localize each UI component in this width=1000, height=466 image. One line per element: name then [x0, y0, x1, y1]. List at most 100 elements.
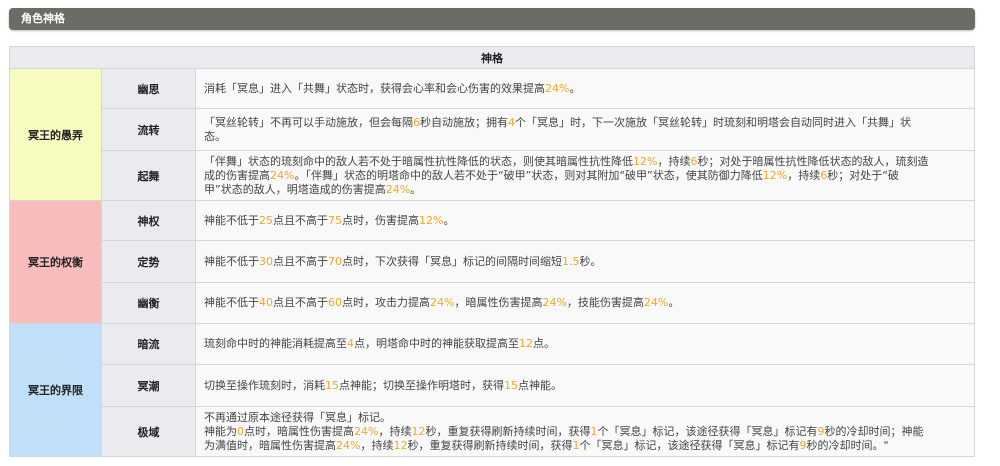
description-text: 切换至操作琉刻时，消耗: [204, 378, 325, 392]
description-text: 秒自动施放；拥有: [420, 115, 508, 129]
group-name-cell: 冥王的愚弄: [9, 68, 102, 201]
description-line: 成的伤害提高24%。「伴舞」状态的明塔命中的敌人若不处于“破甲”状态，则对其附加…: [204, 169, 966, 183]
group-name-cell: 冥王的界限: [9, 323, 102, 457]
divinity-table: 神格 冥王的愚弄 幽思 消耗「冥息」进入「共舞」状态时，获得会心率和会心伤害的效果提…: [8, 46, 976, 457]
description-text: 成的伤害提高: [204, 168, 270, 182]
description-text: 个「冥息」时，下一次施放「冥丝轮转」时琉刻和明塔会自动同时进入「共舞」状: [515, 115, 911, 129]
highlight-value: 12: [411, 424, 426, 438]
description-text: 消耗「冥息」进入「共舞」状态时，获得会心率和会心伤害的效果提高: [204, 81, 545, 95]
trait-name-cell: 极域: [101, 406, 196, 457]
description-text: 点时，攻击力提高: [342, 296, 430, 309]
table-title: 神格: [8, 46, 976, 69]
table-row: 冥王的权衡 神权 神能不低于25点且不高于75点时，伤害提高12%。: [9, 200, 976, 324]
table-row: 定势 神能不低于30点且不高于70点时，下次获得「冥息」标记的间隔时间缩短1.5秒…: [10, 240, 976, 283]
description-line: 神能不低于30点且不高于70点时，下次获得「冥息」标记的间隔时间缩短1.5秒。: [204, 255, 966, 269]
highlight-value: 12%: [762, 168, 788, 182]
trait-name-cell: 神权: [101, 200, 196, 241]
description-line: 切换至操作琉刻时，消耗15点神能；切换至操作明塔时，获得15点神能。: [204, 379, 966, 393]
highlight-value: 30: [259, 254, 273, 268]
highlight-value: 12%: [419, 213, 444, 227]
trait-name-cell: 起舞: [101, 150, 196, 201]
description-text: 琉刻命中时的神能消耗提高至: [204, 337, 347, 350]
description-text: 。: [443, 213, 455, 227]
table-row: 冥王的愚弄 幽思 消耗「冥息」进入「共舞」状态时，获得会心率和会心伤害的效果提高24…: [9, 68, 976, 201]
description-text: 秒的冷却时间。": [806, 438, 889, 452]
description-text: 神能不低于: [204, 254, 259, 268]
trait-description-cell: 切换至操作琉刻时，消耗15点神能；切换至操作明塔时，获得15点神能。: [194, 364, 976, 407]
description-text: 秒；对处于暗属性抗性降低状态的敌人，琉刻造: [697, 154, 929, 168]
description-line: 琉刻命中时的神能消耗提高至4点，明塔命中时的神能获取提高至12点。: [204, 337, 966, 351]
description-text: 秒；对处于“破: [827, 168, 899, 182]
highlight-value: 24%: [430, 296, 455, 309]
table-row: 幽衡 神能不低于40点且不高于60点时，攻击力提高24%，暗属性伤害提高24%，技…: [10, 282, 976, 324]
highlight-value: 12%: [633, 154, 658, 168]
description-text: 。「伴舞」状态的明塔命中的敌人若不处于“破甲”状态，则对其附加“破甲”状态，使其…: [294, 168, 763, 182]
highlight-value: 4: [508, 115, 515, 129]
description-line: 「伴舞」状态的琉刻命中的敌人若不处于暗属性抗性降低的状态，则使其暗属性抗性降低1…: [204, 155, 966, 169]
description-text: 不再通过原本途径获得「冥息」标记。: [204, 410, 391, 424]
description-text: 甲”状态的敌人，明塔造成的伤害提高: [204, 182, 386, 196]
highlight-value: 24%: [643, 296, 669, 309]
highlight-value: 12: [519, 337, 533, 350]
description-text: 点且不高于: [273, 296, 328, 309]
trait-name-cell: 幽思: [101, 68, 196, 109]
trait-description-cell: 神能不低于40点且不高于60点时，攻击力提高24%，暗属性伤害提高24%，技能伤…: [194, 282, 976, 324]
highlight-value: 0: [237, 424, 244, 438]
description-line: 消耗「冥息」进入「共舞」状态时，获得会心率和会心伤害的效果提高24%。: [204, 82, 966, 96]
description-text: 点，明塔命中时的神能获取提高至: [354, 337, 519, 350]
description-text: ，暗属性伤害提高: [454, 296, 543, 309]
highlight-value: 24%: [270, 168, 295, 182]
description-text: ，技能伤害提高: [566, 296, 644, 309]
description-text: 神能不低于: [204, 213, 259, 227]
trait-description-cell: 神能不低于30点且不高于70点时，下次获得「冥息」标记的间隔时间缩短1.5秒。: [194, 240, 976, 283]
description-text: 。: [569, 81, 581, 95]
description-text: 秒，重复获得刷新持续时间，获得: [425, 424, 591, 438]
highlight-value: 25: [259, 213, 273, 227]
highlight-value: 24%: [385, 182, 411, 196]
table-body: 冥王的愚弄 幽思 消耗「冥息」进入「共舞」状态时，获得会心率和会心伤害的效果提高24…: [9, 68, 976, 457]
table-row: 极域 不再通过原本途径获得「冥息」标记。 神能为0点时，暗属性伤害提高24%，持续1…: [10, 406, 976, 457]
trait-description-cell: 琉刻命中时的神能消耗提高至4点，明塔命中时的神能获取提高至12点。: [194, 323, 976, 365]
description-text: 为满值时，暗属性伤害提高: [204, 438, 336, 452]
description-text: ，持续: [360, 438, 394, 452]
highlight-value: 70: [328, 254, 342, 268]
description-text: 个「冥息」标记，该途径获得「冥息」标记有: [579, 438, 800, 452]
description-text: 点且不高于: [273, 254, 328, 268]
trait-description-cell: 消耗「冥息」进入「共舞」状态时，获得会心率和会心伤害的效果提高24%。: [194, 68, 976, 109]
description-text: 点神能。: [518, 378, 562, 392]
description-text: 点。: [533, 337, 555, 350]
table-header-row: 神格: [8, 46, 976, 69]
highlight-value: 15: [504, 378, 518, 392]
description-text: ，持续: [378, 424, 412, 438]
description-text: 点神能；切换至操作明塔时，获得: [339, 378, 504, 392]
description-text: 神能为: [204, 424, 237, 438]
trait-description-cell: 神能不低于25点且不高于75点时，伤害提高12%。: [194, 200, 976, 241]
description-line: 神能不低于25点且不高于75点时，伤害提高12%。: [204, 214, 966, 228]
description-text: 秒的冷却时间；神能: [824, 424, 924, 438]
table-row: 冥潮 切换至操作琉刻时，消耗15点神能；切换至操作明塔时，获得15点神能。: [10, 364, 976, 407]
description-text: 。: [410, 182, 422, 196]
trait-name-cell: 幽衡: [101, 282, 196, 324]
description-line: 神能为0点时，暗属性伤害提高24%，持续12秒，重复获得刷新持续时间，获得1个「…: [204, 425, 966, 439]
table-row: 流转 「冥丝轮转」不再可以手动施放，但会每隔6秒自动施放；拥有4个「冥息」时，下一…: [10, 108, 976, 151]
table-row: 冥王的界限 暗流 琉刻命中时的神能消耗提高至4点，明塔命中时的神能获取提高至12点。: [9, 323, 976, 457]
highlight-value: 4: [347, 337, 354, 350]
highlight-value: 24%: [545, 81, 570, 95]
description-text: 点时，暗属性伤害提高: [244, 424, 354, 438]
description-text: ，持续: [787, 168, 821, 182]
description-text: 「冥丝轮转」不再可以手动施放，但会每隔: [204, 115, 413, 129]
description-text: 点时，伤害提高: [342, 213, 419, 227]
description-line: 「冥丝轮转」不再可以手动施放，但会每隔6秒自动施放；拥有4个「冥息」时，下一次施…: [204, 116, 966, 130]
description-text: ，持续: [657, 154, 691, 168]
highlight-value: 12: [393, 438, 408, 452]
section-header: 角色神格: [9, 8, 975, 30]
description-text: 点且不高于: [273, 213, 328, 227]
highlight-value: 60: [328, 296, 342, 309]
trait-description-cell: 「伴舞」状态的琉刻命中的敌人若不处于暗属性抗性降低的状态，则使其暗属性抗性降低1…: [194, 150, 976, 201]
description-text: 「伴舞」状态的琉刻命中的敌人若不处于暗属性抗性降低的状态，则使其暗属性抗性降低: [204, 154, 633, 168]
highlight-value: 24%: [354, 424, 379, 438]
description-line: 不再通过原本途径获得「冥息」标记。: [204, 411, 966, 425]
highlight-value: 15: [325, 378, 339, 392]
description-text: 神能不低于: [204, 296, 259, 309]
description-line: 为满值时，暗属性伤害提高24%，持续12秒，重复获得刷新持续时间，获得1个「冥息…: [204, 439, 966, 453]
